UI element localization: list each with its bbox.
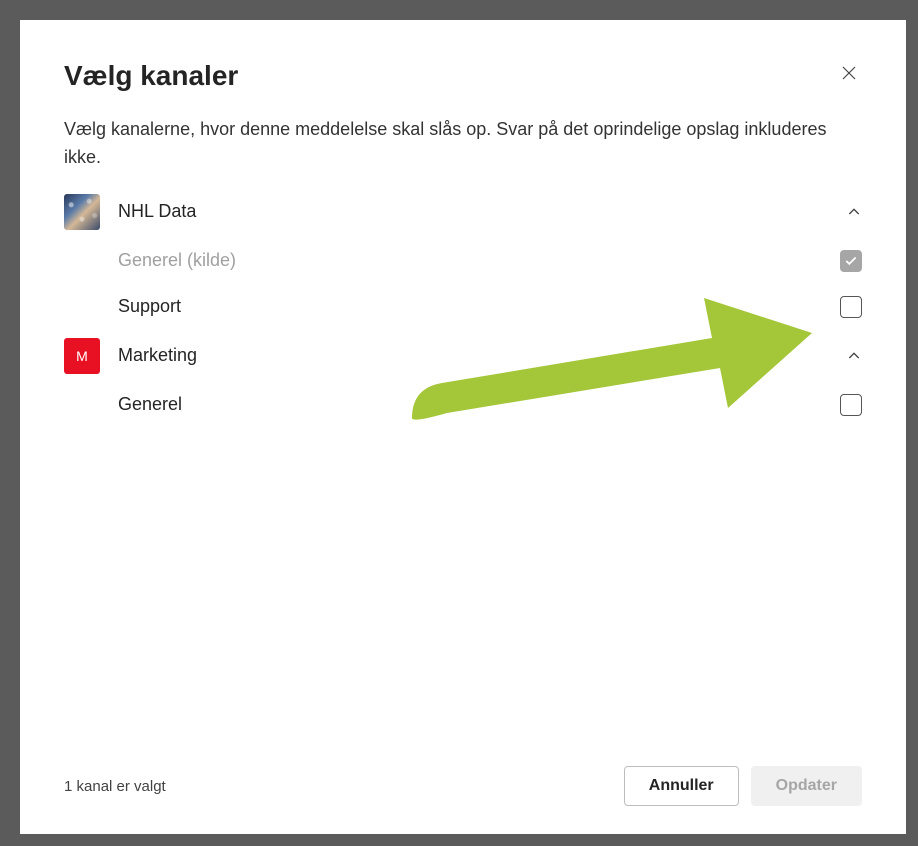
channel-row: Generel <box>64 382 862 428</box>
channel-picker-modal: Vælg kanaler Vælg kanalerne, hvor denne … <box>20 20 906 834</box>
team-section: M Marketing Generel <box>64 330 862 428</box>
update-button[interactable]: Opdater <box>751 766 862 806</box>
modal-header: Vælg kanaler <box>64 60 862 92</box>
chevron-up-icon <box>846 204 862 220</box>
modal-footer: 1 kanal er valgt Annuller Opdater <box>64 746 862 806</box>
close-icon <box>840 64 858 82</box>
channel-row: Support <box>64 284 862 330</box>
channel-name: Generel (kilde) <box>118 250 840 271</box>
team-name: NHL Data <box>118 201 846 222</box>
modal-description: Vælg kanalerne, hvor denne meddelelse sk… <box>64 116 862 172</box>
channel-name: Generel <box>118 394 840 415</box>
channel-checkbox[interactable] <box>840 394 862 416</box>
team-section: NHL Data Generel (kilde) Support <box>64 186 862 330</box>
chevron-up-icon <box>846 348 862 364</box>
modal-title: Vælg kanaler <box>64 60 238 92</box>
close-button[interactable] <box>836 60 862 86</box>
selection-status: 1 kanal er valgt <box>64 778 166 795</box>
cancel-button[interactable]: Annuller <box>624 766 739 806</box>
team-name: Marketing <box>118 345 846 366</box>
footer-buttons: Annuller Opdater <box>624 766 862 806</box>
check-icon <box>844 254 858 268</box>
team-avatar <box>64 194 100 230</box>
team-header-nhl-data[interactable]: NHL Data <box>64 186 862 238</box>
channel-row: Generel (kilde) <box>64 238 862 284</box>
channel-name: Support <box>118 296 840 317</box>
team-avatar: M <box>64 338 100 374</box>
channel-checkbox-disabled <box>840 250 862 272</box>
team-header-marketing[interactable]: M Marketing <box>64 330 862 382</box>
channel-checkbox[interactable] <box>840 296 862 318</box>
